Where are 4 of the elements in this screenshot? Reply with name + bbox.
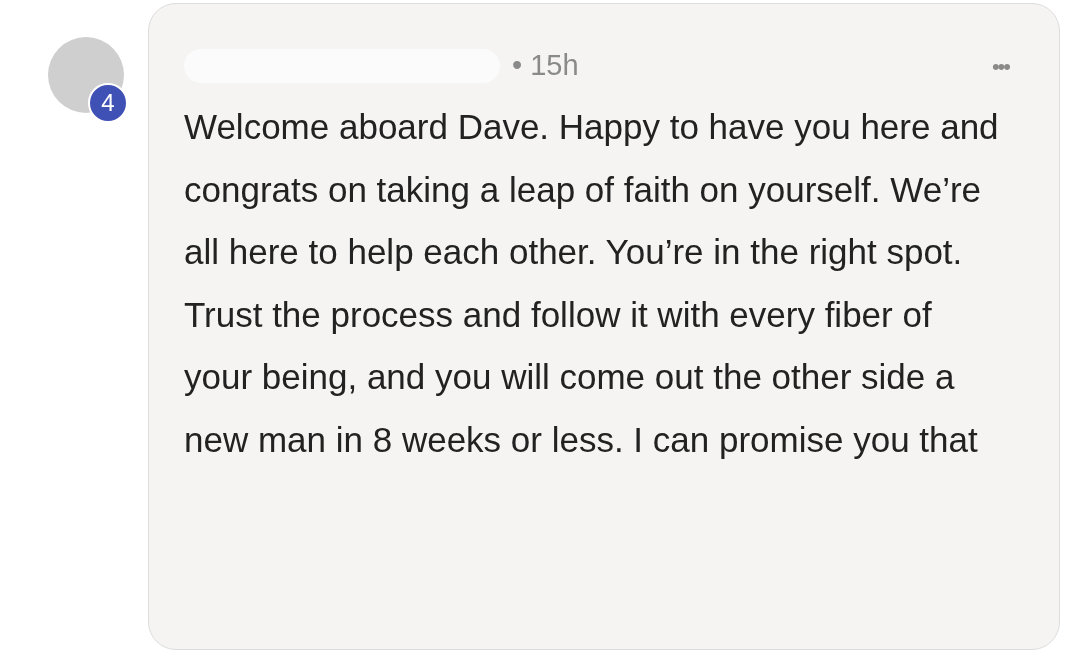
comment-text: Welcome aboard Dave. Happy to have you here and congrats on taking a leap of faith on yourself. We’re all here to help each other. You’re in the right spot. Trust the process and follow it with every fiber of your being, and you will come out the other side a new man in 8 weeks or less. I can promise you that xyxy=(184,106,1000,461)
more-options-button[interactable]: ••• xyxy=(991,49,1009,83)
notification-badge: 4 xyxy=(88,83,128,123)
timestamp: • 15h xyxy=(512,48,579,84)
